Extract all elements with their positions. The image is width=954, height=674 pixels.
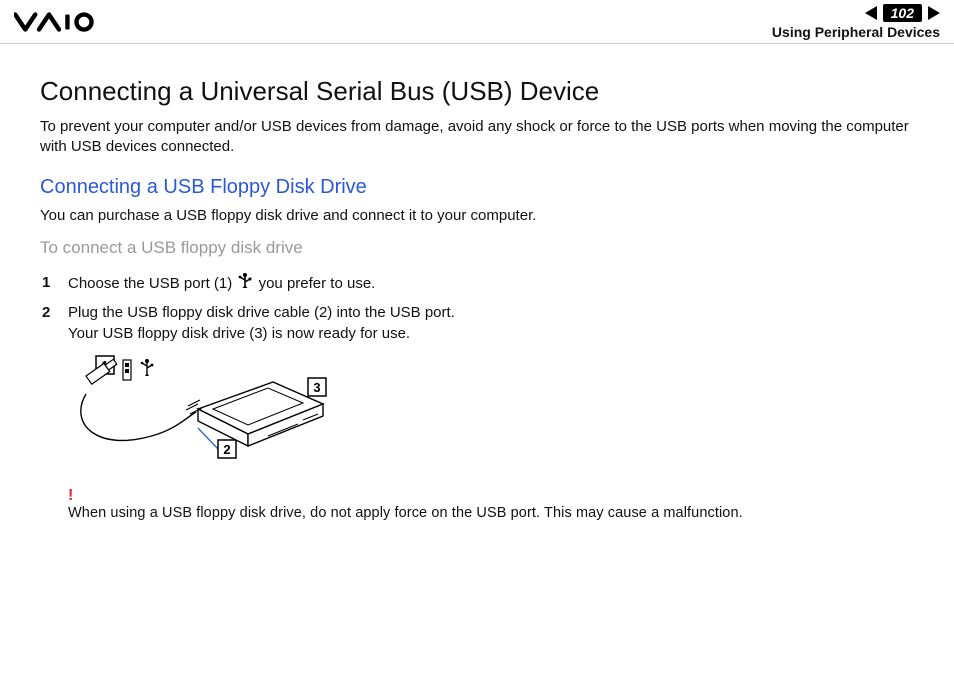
step-item: 1 Choose the USB port (1) you prefer to … xyxy=(68,272,914,296)
subsection-intro: You can purchase a USB floppy disk drive… xyxy=(40,207,914,224)
page-nav: 102 xyxy=(865,4,940,22)
page-title: Connecting a Universal Serial Bus (USB) … xyxy=(40,76,914,107)
step-number: 1 xyxy=(42,272,50,293)
step-text: Plug the USB floppy disk drive cable (2)… xyxy=(68,304,455,321)
usb-floppy-diagram: 1 xyxy=(68,354,338,474)
step-text: Choose the USB port (1) xyxy=(68,274,236,291)
step-number: 2 xyxy=(42,302,50,323)
header-right: 102 Using Peripheral Devices xyxy=(772,4,940,40)
page-number: 102 xyxy=(883,4,922,22)
callout-label: 3 xyxy=(313,380,320,395)
document-page: 102 Using Peripheral Devices Connecting … xyxy=(0,0,954,674)
step-item: 2 Plug the USB floppy disk drive cable (… xyxy=(68,302,914,344)
caution-icon: ! xyxy=(68,487,914,505)
callout-label: 2 xyxy=(223,442,230,457)
usb-icon xyxy=(238,272,252,296)
next-page-arrow-icon[interactable] xyxy=(928,6,940,20)
top-bar: 102 Using Peripheral Devices xyxy=(0,0,954,44)
step-text: you prefer to use. xyxy=(259,274,376,291)
vaio-logo xyxy=(14,11,114,33)
vaio-logo-svg xyxy=(14,11,114,33)
procedure-title: To connect a USB floppy disk drive xyxy=(40,238,914,258)
prev-page-arrow-icon[interactable] xyxy=(865,6,877,20)
illustration: 1 xyxy=(68,354,914,479)
subsection-title: Connecting a USB Floppy Disk Drive xyxy=(40,176,914,199)
intro-paragraph: To prevent your computer and/or USB devi… xyxy=(40,117,914,158)
section-label: Using Peripheral Devices xyxy=(772,24,940,40)
caution-text: When using a USB floppy disk drive, do n… xyxy=(68,505,914,521)
page-content: Connecting a Universal Serial Bus (USB) … xyxy=(0,44,954,531)
step-text: Your USB floppy disk drive (3) is now re… xyxy=(68,325,410,342)
steps-list: 1 Choose the USB port (1) you prefer to … xyxy=(40,272,914,344)
